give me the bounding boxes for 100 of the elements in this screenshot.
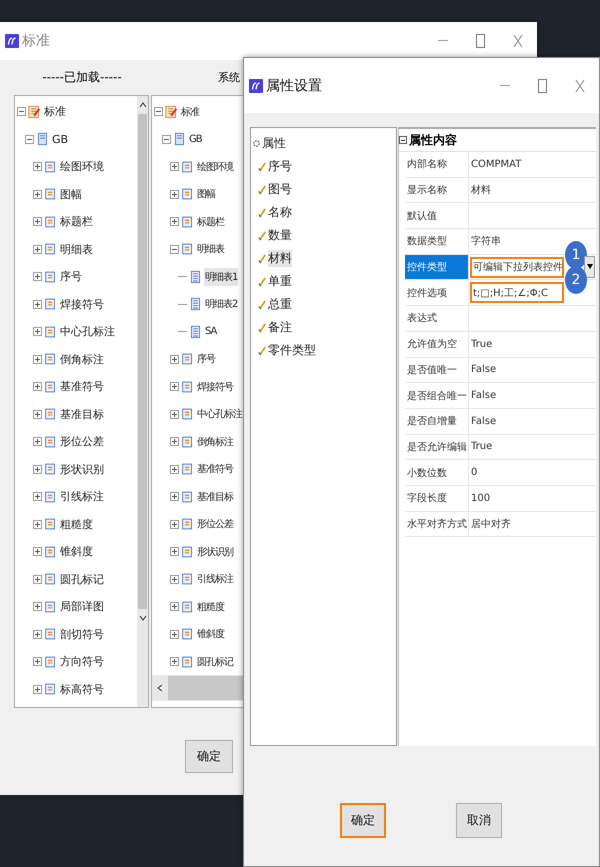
- tree-item[interactable]: 基准目标: [59, 404, 105, 424]
- tree-item[interactable]: 引线标注: [59, 487, 105, 506]
- tree-item[interactable]: 锥斜度: [196, 625, 225, 644]
- tree-item[interactable]: 材料: [268, 250, 292, 267]
- expander-icon[interactable]: [33, 190, 42, 199]
- property-name[interactable]: 小数位数: [405, 460, 469, 485]
- tree-item[interactable]: 绘图环境: [196, 158, 234, 176]
- expander-icon[interactable]: [33, 162, 42, 172]
- expander-icon[interactable]: [170, 464, 179, 474]
- expander-icon[interactable]: [25, 134, 34, 144]
- property-value[interactable]: 字符串: [470, 232, 502, 250]
- tree-item[interactable]: 圆孔标记: [59, 570, 105, 589]
- expander-icon[interactable]: [170, 244, 179, 254]
- scrollbar[interactable]: [137, 96, 148, 707]
- tree-item[interactable]: 中心孔标注: [196, 405, 243, 424]
- tree-item[interactable]: 局部详图: [59, 597, 105, 616]
- expander-icon[interactable]: [33, 437, 42, 446]
- expander-icon[interactable]: [33, 244, 42, 254]
- expander-icon[interactable]: [33, 410, 42, 419]
- tree-item[interactable]: 中心孔标注: [59, 322, 116, 342]
- tree-item[interactable]: 标准: [180, 102, 200, 121]
- property-name[interactable]: 表达式: [405, 306, 469, 331]
- property-name[interactable]: 水平对齐方式: [405, 512, 469, 536]
- tree-item[interactable]: 焊接符号: [59, 294, 105, 314]
- expander-icon[interactable]: [33, 574, 42, 584]
- expander-icon[interactable]: [33, 464, 42, 474]
- tree-item[interactable]: GB: [51, 130, 70, 148]
- tree-item[interactable]: 零件类型: [268, 342, 316, 359]
- property-value[interactable]: COMPMAT: [470, 156, 522, 172]
- expander-icon[interactable]: [162, 134, 171, 144]
- expander-icon[interactable]: [33, 684, 42, 694]
- expander-icon[interactable]: [33, 382, 42, 392]
- expander-icon[interactable]: [170, 547, 179, 556]
- property-name[interactable]: 是否值唯一: [405, 358, 469, 382]
- tree-item[interactable]: SA: [204, 324, 218, 340]
- tree-item[interactable]: 总重: [268, 296, 292, 313]
- tree-item[interactable]: 标题栏: [196, 212, 225, 231]
- property-name[interactable]: 是否自增量: [405, 408, 469, 434]
- expander-icon[interactable]: [33, 547, 42, 556]
- property-value[interactable]: 材料: [470, 181, 492, 200]
- chevron-up-icon[interactable]: [138, 102, 146, 108]
- tree-item[interactable]: 序号: [59, 267, 83, 286]
- expander-icon[interactable]: [170, 602, 179, 612]
- expander-icon[interactable]: [170, 630, 179, 639]
- expander-icon[interactable]: [33, 520, 42, 529]
- confirm-button[interactable]: 确定: [185, 740, 233, 773]
- tree-item[interactable]: 基准目标: [196, 488, 234, 506]
- minimize-icon[interactable]: [438, 40, 448, 42]
- tree-item[interactable]: 标准: [43, 102, 67, 122]
- tree-item[interactable]: 方向符号: [59, 652, 105, 672]
- tree-item[interactable]: 锥斜度: [59, 542, 94, 562]
- expander-icon[interactable]: [170, 410, 179, 419]
- property-name[interactable]: 内部名称: [405, 152, 469, 177]
- tree-item[interactable]: 标题栏: [59, 212, 94, 232]
- tree-item[interactable]: 倒角标注: [59, 350, 105, 369]
- expander-icon[interactable]: [33, 354, 42, 364]
- expander-icon[interactable]: [33, 602, 42, 612]
- tree-item[interactable]: 图号: [268, 181, 292, 198]
- property-value[interactable]: True: [470, 439, 494, 454]
- property-value[interactable]: 100: [470, 490, 492, 506]
- expander-icon[interactable]: [17, 107, 26, 116]
- tree-item[interactable]: 形位公差: [196, 515, 234, 534]
- dialog-button[interactable]: 取消: [456, 803, 502, 838]
- tree-item[interactable]: 形状识别: [59, 460, 105, 479]
- expander-icon[interactable]: [33, 217, 42, 226]
- expander-icon[interactable]: [33, 272, 42, 282]
- dialog-button[interactable]: 确定: [340, 803, 386, 838]
- property-value[interactable]: t;□;H;工;∠;Φ;C: [470, 282, 564, 304]
- property-value[interactable]: 居中对齐: [470, 514, 512, 533]
- tree-item[interactable]: 图幅: [196, 185, 216, 204]
- tree-item[interactable]: 绘图环境: [59, 157, 105, 176]
- property-name[interactable]: 字段长度: [405, 486, 469, 511]
- expander-icon[interactable]: [33, 300, 42, 309]
- property-name[interactable]: 是否允许编辑: [405, 434, 469, 460]
- tree-item[interactable]: 基准符号: [196, 460, 234, 478]
- tree-item[interactable]: 备注: [268, 319, 292, 336]
- property-value[interactable]: 0: [470, 465, 478, 480]
- expander-icon[interactable]: [170, 382, 179, 392]
- chevron-down-icon[interactable]: [138, 615, 146, 621]
- property-name[interactable]: 默认值: [405, 203, 469, 228]
- expander-icon[interactable]: [33, 327, 42, 336]
- tree-item[interactable]: 名称: [268, 204, 292, 221]
- tree-item[interactable]: 图幅: [59, 184, 83, 204]
- tree-item[interactable]: 基准符号: [59, 377, 105, 396]
- expander-icon[interactable]: [170, 574, 179, 584]
- tree-item[interactable]: 明细表: [196, 240, 225, 258]
- expander-icon[interactable]: [170, 162, 179, 172]
- tree-item[interactable]: 形位公差: [59, 432, 105, 452]
- tree-item[interactable]: 形状识别: [196, 542, 234, 561]
- expander-icon[interactable]: [170, 657, 179, 666]
- tree-item[interactable]: 粗糙度: [59, 514, 94, 534]
- expander-icon[interactable]: [170, 354, 179, 364]
- tree-item[interactable]: 倒角标注: [196, 432, 234, 451]
- property-name[interactable]: 控件类型: [405, 254, 469, 280]
- expander-icon[interactable]: [33, 630, 42, 639]
- tree-item[interactable]: 数量: [268, 227, 292, 244]
- property-value[interactable]: False: [470, 362, 498, 378]
- close-icon[interactable]: [575, 78, 585, 92]
- expander-icon[interactable]: [399, 136, 407, 144]
- property-value[interactable]: False: [470, 414, 498, 429]
